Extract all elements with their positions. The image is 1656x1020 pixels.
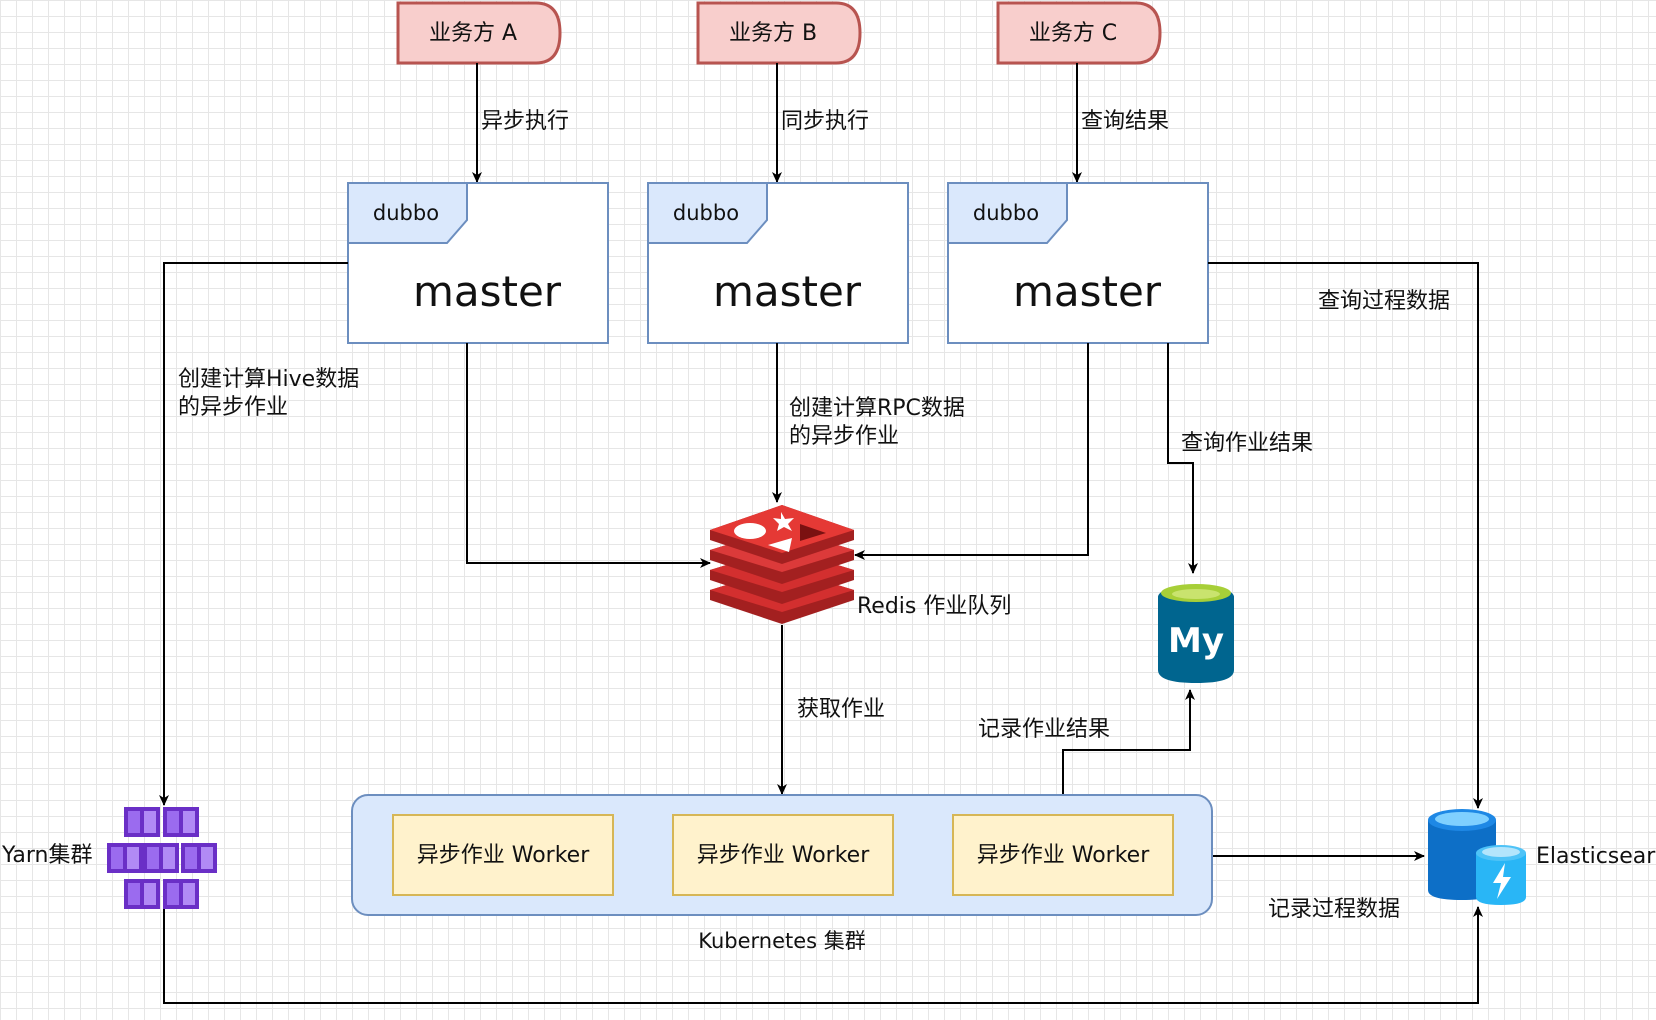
caller-b-label: 业务方 B — [729, 21, 817, 46]
master-b-title: master — [713, 267, 862, 316]
master-node-c: dubbo master — [947, 182, 1209, 344]
caller-c: 业务方 C — [996, 1, 1162, 65]
yarn-cube — [163, 879, 199, 909]
master-b-tag: dubbo — [673, 201, 739, 225]
edge-label-rpc-job-line1: 创建计算RPC数据 — [789, 396, 965, 421]
kubernetes-label: Kubernetes 集群 — [698, 929, 866, 953]
edge-label-record-process-data: 记录过程数据 — [1268, 897, 1400, 922]
caller-c-label: 业务方 C — [1029, 21, 1117, 46]
edge-label-fetch-job: 获取作业 — [797, 697, 885, 722]
master-a-title: master — [413, 267, 562, 316]
yarn-cube — [124, 807, 160, 837]
master-node-a: dubbo master — [347, 182, 609, 344]
edge-label-async-exec: 异步执行 — [481, 109, 569, 134]
yarn-cube — [163, 807, 199, 837]
caller-a-label: 业务方 A — [429, 21, 517, 46]
worker-1-label: 异步作业 Worker — [417, 843, 590, 868]
elasticsearch-icon — [1428, 809, 1526, 905]
arrow-master-c-redis — [854, 343, 1089, 560]
yarn-cube — [143, 843, 179, 873]
yarn-cube — [181, 843, 217, 873]
caller-b: 业务方 B — [696, 1, 862, 65]
arrow-master-a-redis — [466, 343, 711, 568]
edge-label-sync-exec: 同步执行 — [781, 109, 869, 134]
arrow-master-c-elasticsearch — [1208, 262, 1483, 809]
edge-label-query-result: 查询结果 — [1081, 109, 1169, 134]
master-a-tag: dubbo — [373, 201, 439, 225]
yarn-cube — [107, 843, 143, 873]
yarn-cluster-icon — [107, 807, 217, 909]
master-c-tag: dubbo — [973, 201, 1039, 225]
edge-label-hive-job-line1: 创建计算Hive数据 — [178, 367, 359, 392]
edge-label-query-process-data: 查询过程数据 — [1318, 289, 1450, 314]
worker-3-label: 异步作业 Worker — [977, 843, 1150, 868]
arrow-master-a-yarn — [159, 262, 348, 806]
master-node-b: dubbo master — [647, 182, 909, 344]
caller-a: 业务方 A — [396, 1, 562, 65]
arrow-master-c-mysql — [1167, 343, 1198, 574]
redis-icon — [710, 505, 854, 624]
elasticsearch-label: Elasticsearch — [1536, 844, 1656, 869]
worker-3: 异步作业 Worker — [952, 814, 1174, 896]
edge-label-rpc-job-line2: 的异步作业 — [789, 424, 899, 449]
edge-label-hive-job-line2: 的异步作业 — [178, 395, 288, 420]
worker-2-label: 异步作业 Worker — [697, 843, 870, 868]
redis-label: Redis 作业队列 — [857, 594, 1011, 619]
yarn-label: Yarn集群 — [1, 843, 93, 868]
master-c-title: master — [1013, 267, 1162, 316]
yarn-cube — [124, 879, 160, 909]
worker-1: 异步作业 Worker — [392, 814, 614, 896]
mysql-icon-text: My — [1168, 621, 1224, 661]
mysql-icon: My — [1158, 584, 1234, 683]
edge-label-record-job-result: 记录作业结果 — [978, 717, 1110, 742]
edge-label-query-job-result: 查询作业结果 — [1181, 431, 1313, 456]
worker-2: 异步作业 Worker — [672, 814, 894, 896]
